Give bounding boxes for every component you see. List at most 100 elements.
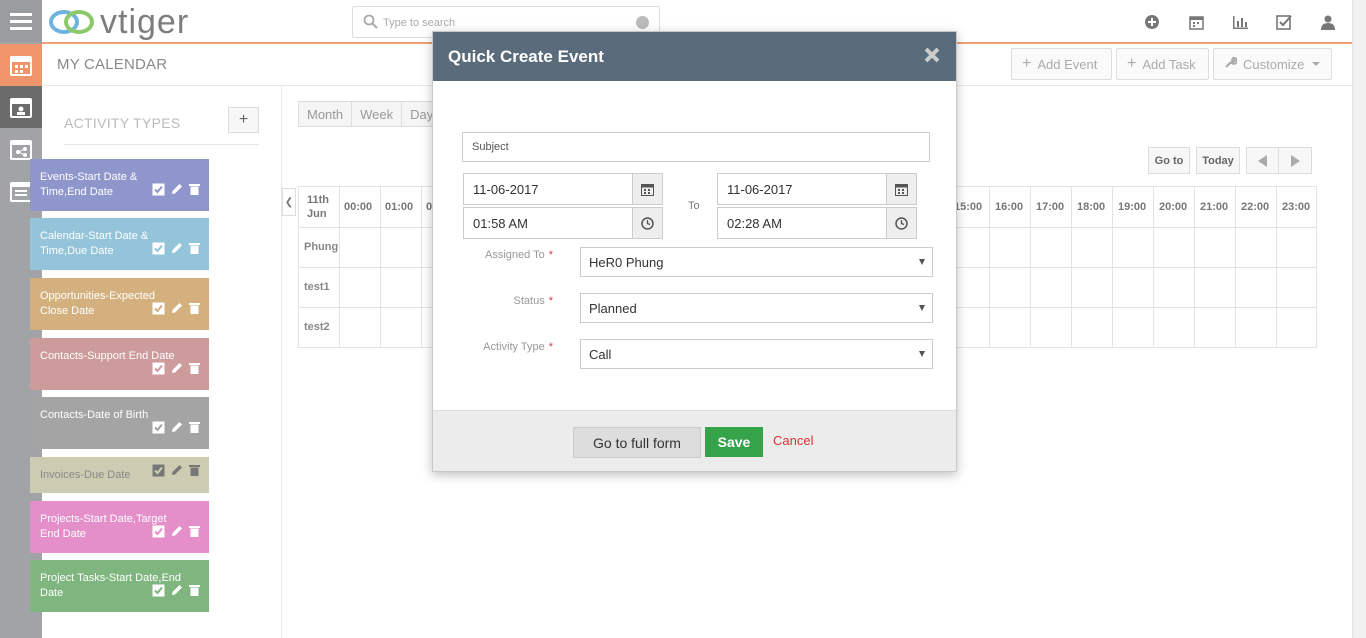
trash-icon[interactable] — [189, 242, 200, 260]
customize-button[interactable]: Customize — [1213, 48, 1332, 80]
activity-type-item[interactable]: Calendar-Start Date & Time,Due Date — [30, 218, 209, 270]
checkbox-icon[interactable] — [152, 525, 165, 543]
edit-icon[interactable] — [171, 525, 183, 543]
next-button[interactable] — [1278, 147, 1312, 174]
activity-type-item[interactable]: Project Tasks-Start Date,End Date — [30, 560, 209, 612]
activity-type-label: Projects-Start Date,Target End Date — [40, 513, 167, 540]
edit-icon[interactable] — [171, 302, 183, 320]
tasks-icon[interactable] — [1274, 12, 1294, 32]
add-event-button[interactable]: + Add Event — [1011, 48, 1112, 80]
plus-icon: + — [1022, 55, 1032, 72]
prev-button[interactable] — [1246, 147, 1279, 174]
status-select[interactable]: Planned — [580, 293, 933, 323]
row-label: test1 — [304, 281, 330, 293]
go-to-full-form-button[interactable]: Go to full form — [573, 427, 701, 458]
checkbox-icon[interactable] — [152, 421, 165, 439]
checkbox-icon[interactable] — [152, 183, 165, 201]
search-input[interactable]: Type to search — [383, 17, 455, 29]
page-title: MY CALENDAR — [57, 56, 168, 73]
modal-footer: Go to full form Save Cancel — [433, 410, 956, 471]
edit-icon[interactable] — [171, 183, 183, 201]
calendar-icon[interactable] — [632, 174, 662, 204]
activity-type-item[interactable]: Opportunities-Expected Close Date — [30, 278, 209, 330]
view-tab-month[interactable]: Month — [298, 101, 353, 127]
menu-icon[interactable] — [0, 0, 42, 42]
calendar-icon[interactable] — [886, 174, 916, 204]
collapse-sidebar-button[interactable]: ❮ — [282, 188, 296, 216]
activity-type-label: Activity Type * — [483, 341, 553, 353]
reports-icon[interactable] — [1230, 12, 1250, 32]
cancel-link[interactable]: Cancel — [773, 433, 813, 448]
calendar-icon[interactable] — [0, 44, 42, 86]
hour-label: 16:00 — [995, 201, 1024, 213]
vertical-scrollbar[interactable] — [1352, 0, 1366, 638]
clock-icon[interactable] — [632, 208, 662, 238]
activity-type-label: Opportunities-Expected Close Date — [40, 290, 155, 317]
add-activity-type-button[interactable]: + — [228, 107, 259, 133]
checkbox-icon[interactable] — [152, 302, 165, 320]
hour-label: 20:00 — [1159, 201, 1188, 213]
edit-icon[interactable] — [171, 584, 183, 602]
activity-type-item[interactable]: Invoices-Due Date — [30, 457, 209, 493]
goto-button[interactable]: Go to — [1148, 147, 1190, 174]
hour-label: 17:00 — [1036, 201, 1065, 213]
trash-icon[interactable] — [189, 362, 200, 380]
trash-icon[interactable] — [189, 183, 200, 201]
status-label: Status * — [513, 295, 553, 307]
edit-icon[interactable] — [171, 362, 183, 380]
chevron-left-icon: ❮ — [284, 196, 294, 208]
trash-icon[interactable] — [189, 525, 200, 543]
hour-label: 18:00 — [1077, 201, 1106, 213]
subject-input[interactable]: Subject — [462, 132, 930, 162]
caret-down-icon — [919, 351, 925, 357]
activity-type-item[interactable]: Projects-Start Date,Target End Date — [30, 501, 209, 553]
end-date-input[interactable]: 11-06-2017 — [717, 173, 917, 205]
save-button[interactable]: Save — [705, 427, 763, 457]
clock-icon[interactable] — [886, 208, 916, 238]
hour-label: 01:00 — [385, 201, 414, 213]
hour-label: 19:00 — [1118, 201, 1147, 213]
today-button[interactable]: Today — [1196, 147, 1240, 174]
calendar-top-icon[interactable] — [1186, 12, 1206, 32]
activity-type-item[interactable]: Contacts-Support End Date — [30, 338, 209, 390]
view-switcher: Month Week Day — [298, 101, 443, 127]
start-time-input[interactable]: 01:58 AM — [463, 207, 663, 239]
checkbox-icon[interactable] — [152, 464, 165, 482]
trash-icon[interactable] — [189, 302, 200, 320]
caret-down-icon — [919, 259, 925, 265]
search-icon — [363, 14, 378, 32]
activity-type-item[interactable]: Contacts-Date of Birth — [30, 397, 209, 449]
my-calendar-icon[interactable] — [0, 86, 42, 128]
trash-icon[interactable] — [189, 584, 200, 602]
trash-icon[interactable] — [189, 421, 200, 439]
user-icon[interactable] — [1318, 12, 1338, 32]
end-time-input[interactable]: 02:28 AM — [717, 207, 917, 239]
hour-label: 23:00 — [1282, 201, 1311, 213]
activity-type-select[interactable]: Call — [580, 339, 933, 369]
close-icon[interactable] — [922, 45, 942, 65]
activity-type-label: Events-Start Date & Time,End Date — [40, 171, 138, 198]
app-logo[interactable]: vtiger — [48, 2, 189, 42]
modal-title: Quick Create Event — [448, 47, 604, 66]
checkbox-icon[interactable] — [152, 242, 165, 260]
edit-icon[interactable] — [171, 421, 183, 439]
checkbox-icon[interactable] — [152, 584, 165, 602]
activity-type-item[interactable]: Events-Start Date & Time,End Date — [30, 159, 209, 211]
edit-icon[interactable] — [171, 242, 183, 260]
activity-type-label: Calendar-Start Date & Time,Due Date — [40, 230, 149, 257]
assigned-to-select[interactable]: HeR0 Phung — [580, 247, 933, 277]
activity-type-label: Contacts-Support End Date — [40, 350, 175, 362]
start-date-input[interactable]: 11-06-2017 — [463, 173, 663, 205]
view-tab-week[interactable]: Week — [351, 101, 403, 127]
trash-icon[interactable] — [189, 464, 200, 482]
add-task-button[interactable]: + Add Task — [1116, 48, 1209, 80]
edit-icon[interactable] — [171, 464, 183, 482]
search-options-icon[interactable] — [636, 16, 649, 29]
quick-create-event-modal: Quick Create Event Subject 11-06-2017 01… — [432, 31, 957, 472]
quick-create-icon[interactable] — [1142, 12, 1162, 32]
checkbox-icon[interactable] — [152, 362, 165, 380]
logo-text: vtiger — [100, 2, 190, 41]
hour-label: 15:00 — [954, 201, 983, 213]
activity-type-label: Invoices-Due Date — [40, 469, 131, 481]
row-label: test2 — [304, 321, 330, 333]
